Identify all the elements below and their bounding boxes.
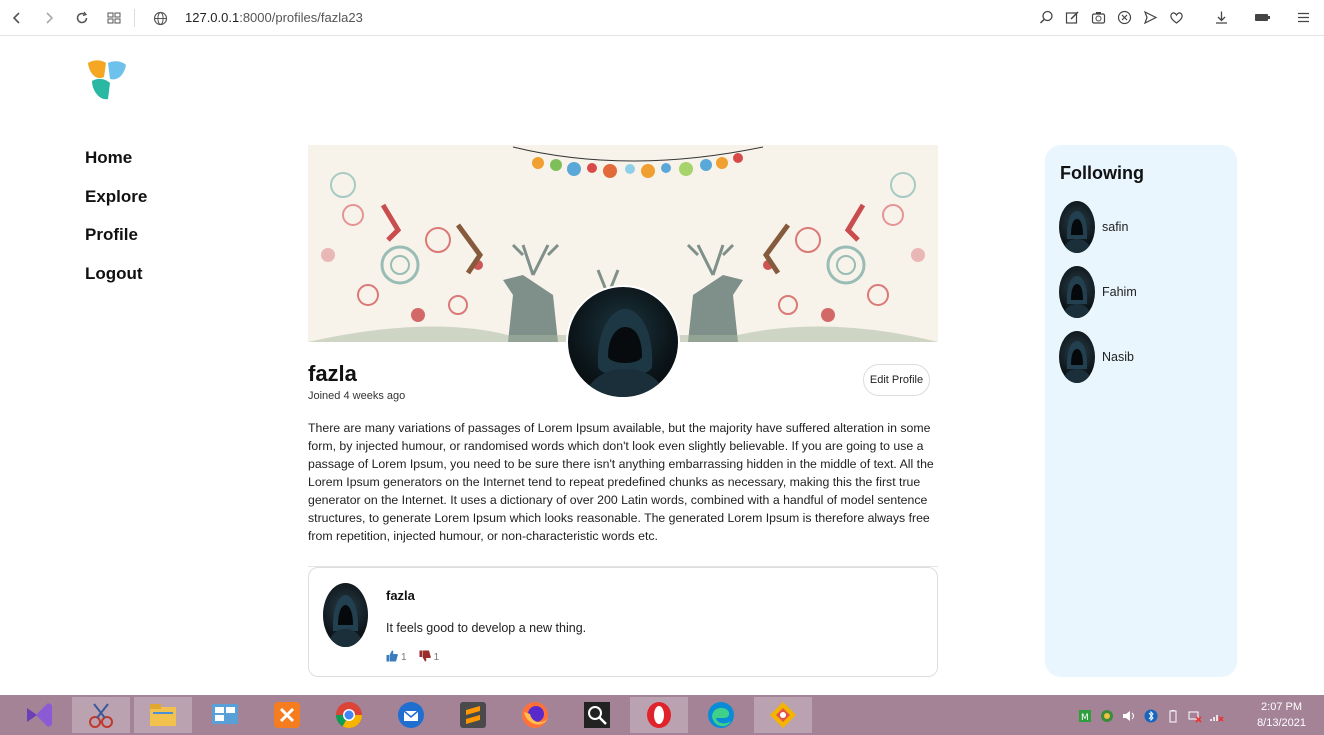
heart-icon[interactable] bbox=[1168, 9, 1185, 26]
magnifier-app-icon[interactable] bbox=[582, 700, 612, 730]
battery-icon[interactable] bbox=[1254, 9, 1271, 26]
following-title: Following bbox=[1060, 163, 1144, 183]
nav-home[interactable]: Home bbox=[85, 148, 147, 187]
thumbs-down-icon bbox=[419, 650, 431, 665]
following-item[interactable]: safin bbox=[1059, 201, 1128, 253]
like-button[interactable]: 1 bbox=[386, 650, 407, 665]
block-icon[interactable] bbox=[1116, 9, 1133, 26]
svg-text:M: M bbox=[1081, 713, 1089, 723]
menu-icon[interactable] bbox=[1295, 9, 1312, 26]
network-disconnected-icon[interactable] bbox=[1188, 708, 1202, 727]
following-avatar bbox=[1059, 266, 1095, 318]
following-name: safin bbox=[1102, 220, 1129, 234]
volume-icon[interactable] bbox=[1122, 708, 1136, 727]
reload-icon[interactable] bbox=[73, 9, 91, 27]
xampp-icon[interactable] bbox=[272, 700, 302, 730]
snipping-tool-icon[interactable] bbox=[86, 700, 116, 730]
back-icon[interactable] bbox=[8, 9, 26, 27]
edit-profile-button[interactable]: Edit Profile bbox=[863, 364, 930, 396]
profile-bio: There are many variations of passages of… bbox=[308, 421, 934, 543]
post-actions: 1 1 bbox=[386, 650, 439, 665]
bluetooth-icon[interactable] bbox=[1144, 708, 1158, 727]
thunderbird-icon[interactable] bbox=[396, 700, 426, 730]
clock-time: 2:07 PM bbox=[1261, 701, 1303, 713]
post-avatar[interactable] bbox=[323, 583, 368, 647]
nav-profile[interactable]: Profile bbox=[85, 225, 147, 264]
clock-date: 8/13/2021 bbox=[1257, 717, 1306, 729]
post-card: fazla It feels good to develop a new thi… bbox=[308, 567, 938, 677]
git-client-icon[interactable] bbox=[768, 700, 798, 730]
camera-icon[interactable] bbox=[1090, 9, 1107, 26]
url-path: :8000/profiles/fazla23 bbox=[239, 10, 363, 25]
following-item[interactable]: Nasib bbox=[1059, 331, 1134, 383]
wifi-off-icon[interactable] bbox=[1210, 708, 1224, 727]
post-username[interactable]: fazla bbox=[386, 588, 415, 603]
control-panel-icon[interactable] bbox=[210, 700, 240, 730]
thumbs-up-icon bbox=[386, 650, 398, 665]
visual-studio-icon[interactable] bbox=[24, 700, 54, 730]
main-nav: Home Explore Profile Logout bbox=[85, 148, 147, 302]
toolbar-spacer bbox=[1280, 9, 1286, 26]
nav-explore[interactable]: Explore bbox=[85, 187, 147, 226]
profile-name: fazla bbox=[308, 361, 357, 386]
following-name: Nasib bbox=[1102, 350, 1134, 364]
firefox-icon[interactable] bbox=[520, 700, 550, 730]
battery-tray-icon[interactable] bbox=[1166, 708, 1180, 727]
following-avatar bbox=[1059, 201, 1095, 253]
forward-icon[interactable] bbox=[40, 9, 58, 27]
toolbar-actions bbox=[1038, 9, 1312, 26]
like-count: 1 bbox=[401, 652, 407, 663]
globe-icon bbox=[151, 9, 169, 27]
sublime-text-icon[interactable] bbox=[458, 700, 488, 730]
toolbar-spacer bbox=[1239, 9, 1245, 26]
edge-icon[interactable] bbox=[706, 700, 736, 730]
edit-icon[interactable] bbox=[1064, 9, 1081, 26]
nav-logout[interactable]: Logout bbox=[85, 264, 147, 303]
url-host: 127.0.0.1 bbox=[185, 10, 240, 25]
post-text: It feels good to develop a new thing. bbox=[386, 621, 587, 635]
site-logo[interactable] bbox=[86, 59, 128, 101]
system-tray: M bbox=[1078, 708, 1224, 727]
send-icon[interactable] bbox=[1142, 9, 1159, 26]
file-explorer-icon[interactable] bbox=[148, 700, 178, 730]
address-bar[interactable]: 127.0.0.1:8000/profiles/fazla23 bbox=[185, 10, 363, 25]
dislike-button[interactable]: 1 bbox=[419, 650, 440, 665]
following-item[interactable]: Fahim bbox=[1059, 266, 1137, 318]
chrome-icon[interactable] bbox=[334, 700, 364, 730]
opera-icon[interactable] bbox=[644, 700, 674, 730]
tabs-grid-icon[interactable] bbox=[105, 9, 123, 27]
toolbar-spacer bbox=[1194, 9, 1204, 26]
network-tray-icon[interactable] bbox=[1100, 708, 1114, 727]
app-tray-icon[interactable]: M bbox=[1078, 708, 1092, 727]
download-icon[interactable] bbox=[1213, 9, 1230, 26]
browser-toolbar: 127.0.0.1:8000/profiles/fazla23 bbox=[0, 0, 1324, 36]
following-avatar bbox=[1059, 331, 1095, 383]
dislike-count: 1 bbox=[433, 652, 440, 663]
taskbar-clock[interactable]: 2:07 PM 8/13/2021 bbox=[1257, 699, 1306, 731]
profile-joined-date: Joined 4 weeks ago bbox=[308, 390, 406, 402]
profile-avatar bbox=[566, 285, 680, 399]
profile-main: fazla Joined 4 weeks ago Edit Profile Th… bbox=[308, 145, 938, 677]
toolbar-separator bbox=[134, 9, 135, 27]
following-name: Fahim bbox=[1102, 285, 1137, 299]
following-panel: Following safin Fahim Nasib bbox=[1045, 145, 1237, 677]
zoom-search-icon[interactable] bbox=[1038, 9, 1055, 26]
